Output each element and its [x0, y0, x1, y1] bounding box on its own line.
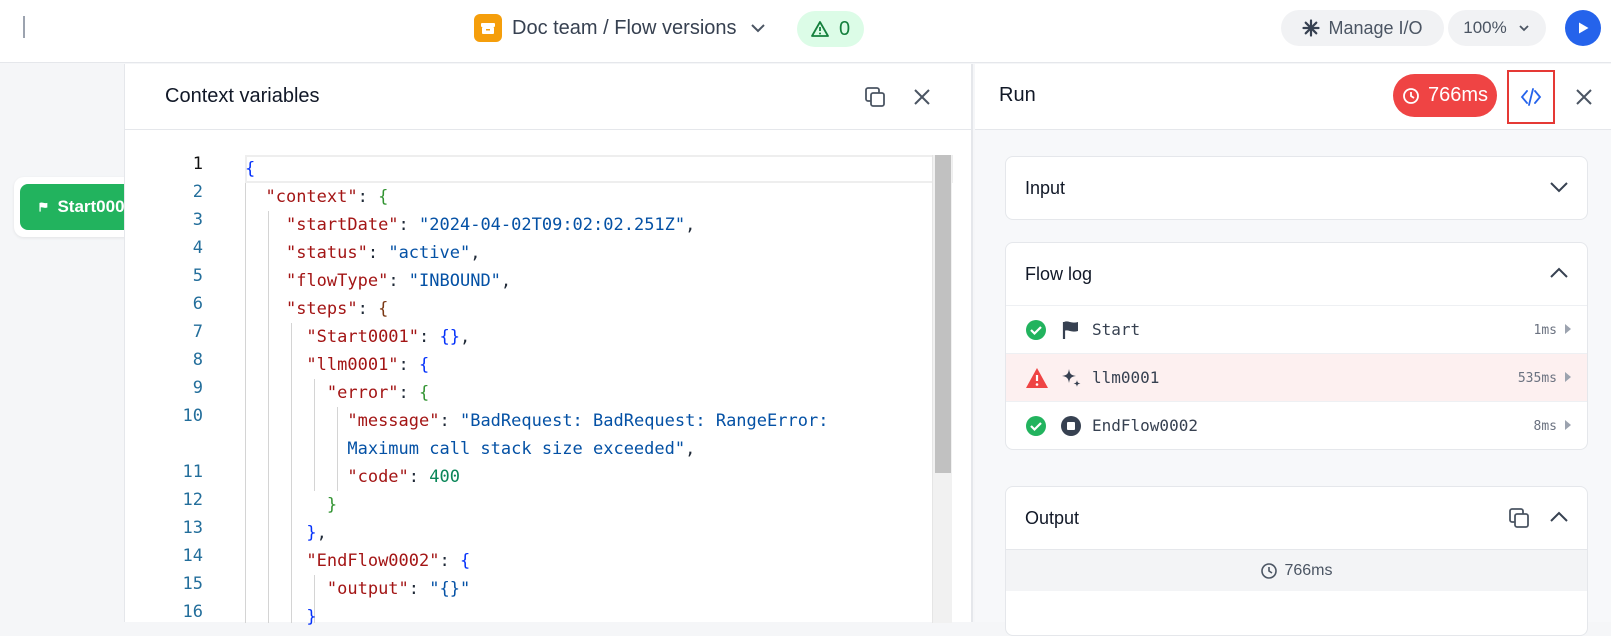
line-number: 4 — [192, 238, 203, 258]
expand-caret-icon[interactable] — [1565, 324, 1571, 334]
breadcrumb[interactable]: Doc team / Flow versions — [474, 12, 769, 44]
flow-log-row[interactable]: Start 1ms — [1006, 305, 1587, 353]
warning-icon — [1026, 368, 1048, 388]
close-button[interactable] — [907, 82, 937, 112]
line-number: 16 — [182, 602, 203, 622]
breadcrumb-label: Doc team / Flow versions — [512, 16, 737, 39]
line-number: 11 — [182, 462, 203, 482]
line-number: 9 — [192, 378, 203, 398]
log-step-name: Start — [1092, 320, 1141, 339]
line-number: 5 — [192, 266, 203, 286]
manage-io-button[interactable]: Manage I/O — [1281, 10, 1444, 46]
run-panel-header: Run 766ms — [975, 64, 1611, 130]
json-code: { "context": { "startDate": "2024-04-02T… — [245, 159, 829, 627]
flow-log-header[interactable]: Flow log — [1006, 243, 1587, 305]
line-number: 14 — [182, 546, 203, 566]
warnings-badge[interactable]: 0 — [797, 11, 864, 47]
zoom-value: 100% — [1463, 18, 1507, 37]
toolbar-divider — [23, 16, 25, 38]
chevron-down-icon — [1550, 182, 1568, 193]
chevron-up-icon — [1550, 267, 1568, 278]
panel-title: Context variables — [165, 85, 320, 107]
close-run-button[interactable] — [1569, 82, 1599, 112]
scrollbar-thumb[interactable] — [935, 155, 951, 473]
line-number: 2 — [192, 182, 203, 202]
line-number: 12 — [182, 490, 203, 510]
top-bar: Doc team / Flow versions 0 Manage I/O 10… — [0, 0, 1611, 63]
json-editor[interactable]: 1 2 3 4 5 6 7 8 9 10 11 12 13 14 15 16 {… — [125, 131, 971, 627]
code-icon — [1520, 88, 1542, 106]
line-number: 3 — [192, 210, 203, 230]
flow-log-row[interactable]: llm0001 535ms — [1006, 353, 1587, 401]
copy-button[interactable] — [860, 82, 890, 112]
chevron-down-icon — [1519, 25, 1529, 32]
view-code-button[interactable] — [1507, 70, 1555, 124]
line-number: 7 — [192, 322, 203, 342]
line-number: 13 — [182, 518, 203, 538]
check-circle-icon — [1026, 416, 1046, 436]
log-step-time: 535ms — [1517, 371, 1557, 386]
line-number-gutter: 1 2 3 4 5 6 7 8 9 10 11 12 13 14 15 16 — [125, 131, 215, 622]
input-section-header[interactable]: Input — [1006, 157, 1587, 219]
input-section: Input — [1005, 156, 1588, 220]
asterisk-icon — [1302, 19, 1321, 37]
line-number: 15 — [182, 574, 203, 594]
flow-log-section: Flow log Start 1ms llm0001 535ms EndFlow… — [1005, 242, 1588, 450]
stop-icon — [1061, 416, 1081, 436]
chevron-up-icon — [1550, 511, 1568, 522]
clock-icon — [1403, 87, 1419, 104]
output-duration: 766ms — [1284, 561, 1333, 579]
run-duration-badge: 766ms — [1393, 74, 1497, 117]
expand-caret-icon[interactable] — [1565, 420, 1571, 430]
output-header[interactable]: Output — [1006, 487, 1587, 549]
input-label: Input — [1025, 177, 1066, 198]
line-number: 6 — [192, 294, 203, 314]
output-duration-bar: 766ms — [1006, 549, 1587, 591]
warning-icon — [811, 21, 829, 37]
flag-icon — [1062, 321, 1078, 339]
close-icon — [1576, 89, 1592, 105]
sparkle-icon — [1062, 369, 1081, 387]
run-flow-button[interactable] — [1565, 10, 1601, 46]
log-step-time: 8ms — [1533, 419, 1557, 434]
folder-icon — [474, 14, 502, 42]
log-step-time: 1ms — [1533, 323, 1557, 338]
expand-caret-icon[interactable] — [1565, 372, 1571, 382]
flow-log-row[interactable]: EndFlow0002 8ms — [1006, 401, 1587, 449]
copy-icon[interactable] — [1507, 506, 1531, 530]
flow-log-label: Flow log — [1025, 263, 1093, 284]
line-number: 8 — [192, 350, 203, 370]
log-step-name: EndFlow0002 — [1092, 416, 1198, 435]
flag-icon — [39, 202, 48, 212]
run-title: Run — [999, 84, 1036, 106]
flow-node-label: Start0001 — [57, 197, 134, 216]
play-icon — [1579, 22, 1589, 34]
clock-icon — [1261, 562, 1278, 579]
manage-io-label: Manage I/O — [1328, 17, 1423, 38]
run-duration: 766ms — [1427, 84, 1489, 106]
editor-scrollbar[interactable] — [932, 155, 952, 623]
warnings-count: 0 — [838, 17, 851, 40]
run-panel: Run 766ms Input Flow log Start 1ms llm00… — [975, 64, 1611, 636]
flow-node-start[interactable]: Start0001 — [14, 177, 134, 237]
line-number: 1 — [192, 154, 203, 174]
context-variables-panel: Context variables 1 2 3 4 5 6 7 8 9 10 1… — [124, 64, 973, 627]
chevron-down-icon[interactable] — [747, 17, 769, 39]
line-number: 10 — [182, 406, 203, 426]
context-panel-header: Context variables — [125, 64, 971, 130]
check-circle-icon — [1026, 320, 1046, 340]
copy-icon — [865, 87, 885, 107]
log-step-name: llm0001 — [1092, 368, 1160, 387]
close-icon — [914, 89, 930, 105]
output-section: Output 766ms — [1005, 486, 1588, 636]
zoom-select[interactable]: 100% — [1448, 10, 1546, 46]
output-label: Output — [1025, 507, 1080, 528]
